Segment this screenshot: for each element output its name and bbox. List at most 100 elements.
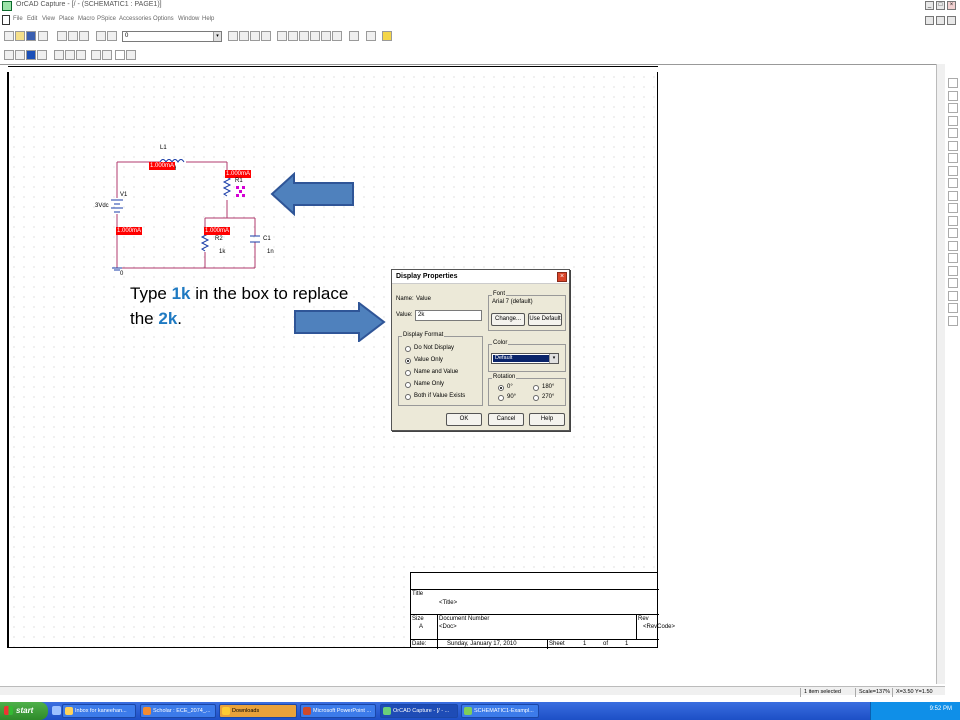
cut-icon[interactable] xyxy=(57,31,67,41)
drc-icon[interactable] xyxy=(299,31,309,41)
place-ellipse-icon[interactable] xyxy=(948,290,958,301)
print-icon[interactable] xyxy=(38,31,48,41)
place-junction-icon[interactable] xyxy=(948,140,958,151)
maximize-button[interactable]: □ xyxy=(936,1,945,10)
place-line-icon[interactable] xyxy=(948,253,958,263)
change-font-button[interactable]: Change... xyxy=(491,313,525,326)
doc-restore-button[interactable] xyxy=(936,16,945,25)
new-icon[interactable] xyxy=(4,31,14,41)
save-icon[interactable] xyxy=(26,31,36,41)
radio-name-and-value[interactable] xyxy=(405,370,411,376)
zoom-combo[interactable]: 0 ▾ xyxy=(122,31,222,42)
task-inbox[interactable]: Inbox for kaneehan... xyxy=(62,704,136,718)
netlist-icon[interactable] xyxy=(310,31,320,41)
cancel-button[interactable]: Cancel xyxy=(488,413,524,426)
doc-close-button[interactable] xyxy=(947,16,956,25)
task-schematic-probe[interactable]: SCHEMATIC1-Exampl... xyxy=(461,704,539,718)
menu-accessories[interactable]: Accessories xyxy=(119,16,151,22)
close-window-button[interactable]: × xyxy=(947,1,956,10)
r2-value[interactable]: 1k xyxy=(219,249,225,255)
zoom-in-icon[interactable] xyxy=(228,31,238,41)
bom-icon[interactable] xyxy=(332,31,342,41)
place-bus-icon[interactable] xyxy=(948,128,958,138)
menu-place[interactable]: Place xyxy=(59,16,74,22)
ok-button[interactable]: OK xyxy=(446,413,482,426)
radio-do-not-display[interactable] xyxy=(405,346,411,352)
place-part-icon[interactable] xyxy=(948,90,958,101)
c1-refdes[interactable]: C1 xyxy=(263,236,271,242)
place-wire-icon[interactable] xyxy=(948,103,958,113)
view-simulation-icon[interactable] xyxy=(37,50,47,60)
place-arc-icon[interactable] xyxy=(948,303,958,313)
dialog-close-button[interactable]: × xyxy=(557,272,567,282)
place-port-icon[interactable] xyxy=(948,203,958,213)
place-text-icon[interactable] xyxy=(948,315,958,326)
quick-launch-icon[interactable] xyxy=(52,706,61,715)
place-off-page-icon[interactable] xyxy=(948,228,958,238)
place-polyline-icon[interactable] xyxy=(948,265,958,276)
r1-refdes[interactable]: R1 xyxy=(235,178,243,184)
project-manager-icon[interactable] xyxy=(366,31,376,41)
back-annotate-icon[interactable] xyxy=(288,31,298,41)
voltage-marker-icon[interactable] xyxy=(54,50,64,60)
enable-voltages-icon[interactable] xyxy=(102,50,112,60)
run-pspice-icon[interactable] xyxy=(26,50,36,60)
tray-clock[interactable]: 9:52 PM xyxy=(930,706,952,712)
place-hierarchical-block-icon[interactable] xyxy=(948,190,958,201)
radio-name-only[interactable] xyxy=(405,382,411,388)
edit-simulation-icon[interactable] xyxy=(15,50,25,60)
place-net-alias-icon[interactable] xyxy=(948,115,958,126)
new-simulation-icon[interactable] xyxy=(4,50,14,60)
copy-icon[interactable] xyxy=(68,31,78,41)
value-input[interactable]: 2k xyxy=(415,310,482,321)
bias-voltage-icon[interactable] xyxy=(91,50,101,60)
zoom-all-icon[interactable] xyxy=(261,31,271,41)
cross-reference-icon[interactable] xyxy=(321,31,331,41)
help-icon[interactable] xyxy=(382,31,392,41)
task-downloads[interactable]: Downloads xyxy=(219,704,297,718)
task-powerpoint[interactable]: Microsoft PowerPoint ... xyxy=(300,704,376,718)
bias-current-icon[interactable] xyxy=(115,50,125,60)
radio-rotation-270[interactable] xyxy=(533,395,539,401)
radio-rotation-90[interactable] xyxy=(498,395,504,401)
r2-refdes[interactable]: R2 xyxy=(215,236,223,242)
doc-minimize-button[interactable] xyxy=(925,16,934,25)
use-default-font-button[interactable]: Use Default xyxy=(528,313,562,326)
c1-value[interactable]: 1n xyxy=(267,249,274,255)
radio-value-only[interactable] xyxy=(405,358,411,364)
paste-icon[interactable] xyxy=(79,31,89,41)
place-pin-icon[interactable] xyxy=(948,215,958,226)
menu-options[interactable]: Options xyxy=(153,16,174,22)
radio-both-if-value-exists[interactable] xyxy=(405,394,411,400)
snap-grid-icon[interactable] xyxy=(349,31,359,41)
task-orcad-capture[interactable]: OrCAD Capture - [/ - ... xyxy=(380,704,458,718)
radio-rotation-0[interactable] xyxy=(498,385,504,391)
help-button[interactable]: Help xyxy=(529,413,565,426)
annotate-icon[interactable] xyxy=(277,31,287,41)
place-power-icon[interactable] xyxy=(948,165,958,176)
menu-macro[interactable]: Macro xyxy=(78,16,95,22)
place-ground-icon[interactable] xyxy=(948,178,958,188)
zoom-area-icon[interactable] xyxy=(250,31,260,41)
vertical-scrollbar[interactable] xyxy=(936,64,945,684)
radio-rotation-180[interactable] xyxy=(533,385,539,391)
menu-file[interactable]: File xyxy=(13,16,23,22)
v1-refdes[interactable]: V1 xyxy=(120,192,127,198)
enable-currents-icon[interactable] xyxy=(126,50,136,60)
minimize-button[interactable]: _ xyxy=(925,1,934,10)
redo-icon[interactable] xyxy=(107,31,117,41)
color-select[interactable]: Default ▾ xyxy=(491,353,559,364)
task-scholar[interactable]: Scholar : ECE_2074_... xyxy=(140,704,216,718)
v1-value[interactable]: 3Vdc xyxy=(95,203,109,209)
voltage-diff-marker-icon[interactable] xyxy=(65,50,75,60)
start-button[interactable]: start xyxy=(0,702,48,720)
zoom-out-icon[interactable] xyxy=(239,31,249,41)
undo-icon[interactable] xyxy=(96,31,106,41)
select-icon[interactable] xyxy=(948,78,958,88)
menu-help[interactable]: Help xyxy=(202,16,214,22)
current-marker-icon[interactable] xyxy=(76,50,86,60)
place-bus-entry-icon[interactable] xyxy=(948,153,958,163)
menu-edit[interactable]: Edit xyxy=(27,16,37,22)
open-icon[interactable] xyxy=(15,31,25,41)
l1-refdes[interactable]: L1 xyxy=(160,145,167,151)
